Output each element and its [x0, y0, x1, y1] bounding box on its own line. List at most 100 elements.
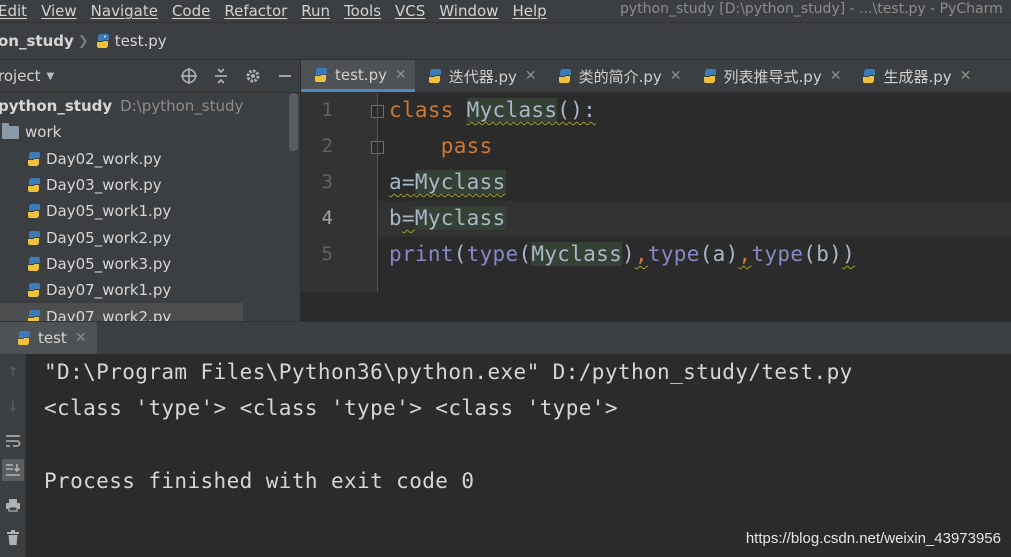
- close-icon[interactable]: ✕: [395, 67, 407, 83]
- console-output[interactable]: "D:\Program Files\Python36\python.exe" D…: [26, 354, 1011, 557]
- punct: (: [518, 242, 532, 266]
- menu-edit[interactable]: Edit: [0, 2, 27, 20]
- print-icon[interactable]: [2, 494, 24, 516]
- close-icon[interactable]: ✕: [670, 68, 682, 84]
- editor-empty-area[interactable]: [301, 292, 1011, 321]
- menu-bar: Edit View Navigate Code Refactor Run Too…: [0, 0, 1011, 22]
- tree-file[interactable]: Day03_work.py: [0, 172, 301, 198]
- menu-run[interactable]: Run: [301, 2, 330, 20]
- python-file-icon: [26, 309, 42, 321]
- menu-tools[interactable]: Tools: [344, 2, 381, 20]
- console-line: <class 'type'> <class 'type'> <class 'ty…: [44, 396, 618, 420]
- breadcrumb-file[interactable]: test.py: [115, 32, 167, 50]
- arrow-up-icon[interactable]: ↑: [2, 362, 24, 384]
- tab-label: 生成器.py: [883, 67, 952, 86]
- tab-class-intro[interactable]: 类的简介.py ✕: [545, 60, 690, 92]
- scroll-to-end-icon[interactable]: [2, 459, 24, 481]
- class-name: Myclass: [466, 98, 558, 122]
- run-panel-header: test ✕: [0, 321, 1011, 354]
- tab-label: 类的简介.py: [578, 67, 662, 86]
- project-panel-header: roject ▼: [0, 60, 301, 93]
- python-file-icon: [26, 177, 42, 193]
- tab-generator[interactable]: 生成器.py ✕: [849, 60, 979, 92]
- code-line-3: a=Myclass: [389, 170, 506, 194]
- window-title: python_study [D:\python_study] - ...\tes…: [620, 1, 1003, 17]
- project-scrollbar[interactable]: [289, 93, 298, 151]
- soft-wrap-icon[interactable]: [2, 430, 24, 452]
- punct: (: [453, 242, 467, 266]
- tree-root[interactable]: python_study D:\python_study: [0, 93, 301, 119]
- file-name: Day07_work1.py: [46, 281, 172, 300]
- file-name: Day02_work.py: [46, 149, 162, 168]
- arrow-down-icon[interactable]: ↓: [2, 396, 24, 418]
- code-line-4: b=Myclass: [389, 206, 506, 230]
- breadcrumb-project[interactable]: on_study: [0, 32, 74, 50]
- python-file-icon: [26, 151, 42, 167]
- close-icon[interactable]: ✕: [75, 330, 87, 346]
- comma: ,: [738, 242, 752, 266]
- operator: =: [401, 206, 415, 230]
- locate-target-icon[interactable]: [179, 66, 199, 86]
- line-gutter: 1 2 3 4 5: [301, 93, 384, 292]
- folder-name: work: [25, 123, 62, 142]
- menu-view[interactable]: View: [41, 2, 77, 20]
- operator: =: [401, 170, 415, 194]
- collapse-all-icon[interactable]: [211, 66, 231, 86]
- menu-navigate[interactable]: Navigate: [91, 2, 158, 20]
- code-editor[interactable]: 1 2 3 4 5 class Myclass(): pass a=Myclas…: [301, 93, 1011, 321]
- run-toolbar: ↑ ↓: [0, 354, 26, 557]
- python-file-icon: [427, 68, 443, 84]
- tree-file-selected[interactable]: Day07_work2.py: [0, 303, 243, 321]
- comma: ,: [634, 242, 648, 266]
- var-a: a: [389, 170, 402, 194]
- tree-file[interactable]: Day07_work1.py: [0, 277, 301, 303]
- tree-folder-work[interactable]: work: [0, 119, 301, 145]
- close-icon[interactable]: ✕: [525, 68, 537, 84]
- console-line: Process finished with exit code 0: [44, 469, 475, 493]
- arg-b: (b): [803, 242, 843, 266]
- tree-file[interactable]: Day05_work3.py: [0, 251, 301, 277]
- python-file-icon: [26, 230, 42, 246]
- python-file-icon: [26, 282, 42, 298]
- tab-test[interactable]: test.py ✕: [301, 60, 415, 92]
- file-name: Day03_work.py: [46, 176, 162, 195]
- minimize-icon[interactable]: [275, 66, 295, 86]
- keyword-pass: pass: [440, 134, 493, 158]
- gutter-separator: [377, 93, 378, 292]
- menu-help[interactable]: Help: [512, 2, 546, 20]
- tree-file[interactable]: Day02_work.py: [0, 146, 301, 172]
- menu-window[interactable]: Window: [439, 2, 498, 20]
- close-icon[interactable]: ✕: [830, 68, 842, 84]
- python-file-icon: [26, 203, 42, 219]
- punct: ): [842, 242, 856, 266]
- line-number: 5: [321, 243, 333, 265]
- code-line-5: print(type(Myclass),type(a),type(b)): [389, 242, 855, 266]
- class-ref: Myclass: [531, 242, 623, 266]
- python-file-icon: [861, 68, 877, 84]
- menu-code[interactable]: Code: [172, 2, 210, 20]
- python-file-icon: [16, 330, 32, 346]
- dropdown-arrow-icon[interactable]: ▼: [47, 71, 55, 82]
- run-tab-label: test: [38, 329, 67, 347]
- python-file-icon: [26, 256, 42, 272]
- trash-icon[interactable]: [2, 526, 24, 548]
- builtin-type: type: [466, 242, 519, 266]
- close-icon[interactable]: ✕: [960, 68, 972, 84]
- tree-file[interactable]: Day05_work1.py: [0, 198, 301, 224]
- gear-icon[interactable]: [243, 66, 263, 86]
- tab-iterator[interactable]: 迭代器.py ✕: [415, 60, 545, 92]
- tab-list-comprehension[interactable]: 列表推导式.py ✕: [690, 60, 850, 92]
- code-line-2: pass: [389, 134, 493, 158]
- arg-a: (a): [699, 242, 739, 266]
- menu-vcs[interactable]: VCS: [395, 2, 425, 20]
- line-number-current: 4: [321, 207, 333, 229]
- builtin-type: type: [751, 242, 804, 266]
- line-number: 1: [321, 99, 333, 121]
- run-tab-test[interactable]: test ✕: [0, 322, 97, 354]
- tree-file[interactable]: Day05_work2.py: [0, 224, 301, 250]
- project-view-title[interactable]: roject: [0, 67, 41, 85]
- watermark-url: https://blog.csdn.net/weixin_43973956: [745, 530, 1001, 547]
- project-tree: python_study D:\python_study work Day02_…: [0, 93, 301, 321]
- menu-refactor[interactable]: Refactor: [224, 2, 287, 20]
- tab-label: test.py: [335, 65, 387, 84]
